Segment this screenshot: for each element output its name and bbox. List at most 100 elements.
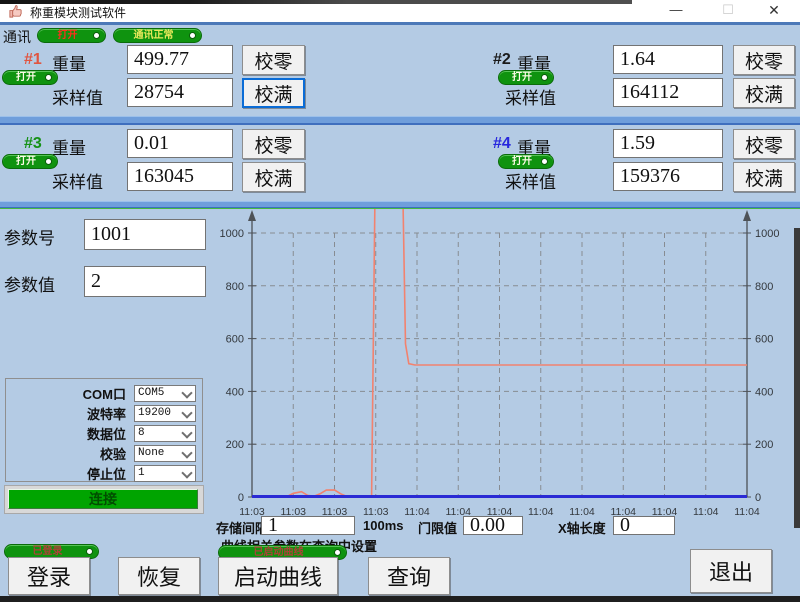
full-calibration-button[interactable]: 校满 xyxy=(242,162,305,192)
x-tick-label: 11:04 xyxy=(528,506,554,518)
xaxis-length-input[interactable] xyxy=(613,516,675,535)
channel-open-badge: 打开 xyxy=(498,70,554,85)
x-tick-label: 11:04 xyxy=(693,506,719,518)
sample-value-input[interactable] xyxy=(613,162,723,191)
sample-label: 采样值 xyxy=(52,168,103,193)
channel-open-badge: 打开 xyxy=(2,70,58,85)
led-dot-icon xyxy=(93,32,100,39)
exit-button[interactable]: 退出 xyxy=(690,549,772,593)
y-tick-label: 0 xyxy=(755,492,761,504)
y-tick-label: 800 xyxy=(226,281,244,293)
led-dot-icon xyxy=(45,74,52,81)
minimize-button[interactable]: — xyxy=(660,0,692,22)
restore-button[interactable]: 恢复 xyxy=(118,557,200,595)
data-bits-label: 数据位 xyxy=(6,424,126,443)
threshold-label: 门限值 xyxy=(418,518,457,537)
y-tick-label: 600 xyxy=(226,334,244,346)
baud-rate-label: 波特率 xyxy=(6,404,126,423)
client-top-border xyxy=(0,22,800,25)
zero-calibration-button[interactable]: 校零 xyxy=(242,129,305,159)
parity-row: 校验 None xyxy=(6,444,196,462)
trend-chart: 002002004004006006008008001000100011:031… xyxy=(210,209,800,521)
y-tick-label: 1000 xyxy=(220,228,244,240)
com-port-row: COM口 COM5 xyxy=(6,384,196,402)
x-tick-label: 11:04 xyxy=(404,506,430,518)
channel-2-panel: #2 重量 校零 打开 采样值 校满 xyxy=(460,43,800,115)
y-tick-label: 1000 xyxy=(755,228,779,240)
full-calibration-button[interactable]: 校满 xyxy=(733,162,795,192)
chevron-down-icon xyxy=(181,467,192,478)
comm-open-badge: 打开 xyxy=(37,28,106,43)
param-number-input[interactable] xyxy=(84,219,206,250)
stop-bits-row: 停止位 1 xyxy=(6,464,196,482)
zero-calibration-button[interactable]: 校零 xyxy=(733,45,795,75)
sample-value-input[interactable] xyxy=(127,162,233,191)
weight-value-input[interactable] xyxy=(127,45,233,74)
zero-calibration-button[interactable]: 校零 xyxy=(733,129,795,159)
param-value-input[interactable] xyxy=(84,266,206,297)
y-tick-label: 400 xyxy=(755,386,773,398)
baud-rate-select[interactable]: 19200 xyxy=(134,405,196,422)
maximize-button[interactable]: ☐ xyxy=(712,0,744,22)
desktop-edge-top xyxy=(0,0,632,4)
stop-bits-label: 停止位 xyxy=(6,464,126,483)
com-port-select[interactable]: COM5 xyxy=(134,385,196,402)
store-interval-input[interactable] xyxy=(261,516,355,535)
comm-status-badge: 通讯正常 xyxy=(113,28,202,43)
led-dot-icon xyxy=(45,158,52,165)
sample-label: 采样值 xyxy=(505,168,556,193)
desktop-edge-bottom xyxy=(0,596,800,602)
y-tick-label: 600 xyxy=(755,334,773,346)
full-calibration-button[interactable]: 校满 xyxy=(242,78,305,108)
xaxis-length-label: X轴长度 xyxy=(558,518,606,537)
sample-label: 采样值 xyxy=(505,84,556,109)
y-tick-label: 200 xyxy=(226,439,244,451)
weight-value-input[interactable] xyxy=(613,45,723,74)
data-bits-select[interactable]: 8 xyxy=(134,425,196,442)
axis-arrow-icon xyxy=(743,210,751,221)
y-tick-label: 400 xyxy=(226,386,244,398)
channel-id: #1 xyxy=(24,51,42,69)
connect-button[interactable]: 连接 xyxy=(8,489,198,509)
channel-id: #4 xyxy=(493,135,511,153)
stop-bits-select[interactable]: 1 xyxy=(134,465,196,482)
interval-unit-label: 100ms xyxy=(363,518,403,533)
close-button[interactable]: ✕ xyxy=(758,0,790,22)
channel-1-panel: #1 重量 校零 打开 采样值 校满 xyxy=(0,43,320,115)
connect-tray: 连接 xyxy=(4,485,204,514)
sample-value-input[interactable] xyxy=(613,78,723,107)
led-dot-icon xyxy=(189,32,196,39)
chevron-down-icon xyxy=(181,387,192,398)
y-tick-label: 200 xyxy=(755,439,773,451)
panel-divider xyxy=(0,116,800,125)
data-bits-row: 数据位 8 xyxy=(6,424,196,442)
y-tick-label: 0 xyxy=(238,492,244,504)
threshold-input[interactable] xyxy=(463,516,523,535)
parity-label: 校验 xyxy=(6,444,126,463)
weight-value-input[interactable] xyxy=(127,129,233,158)
weight-label: 重量 xyxy=(52,50,86,75)
x-tick-label: 11:04 xyxy=(734,506,760,518)
param-number-label: 参数号 xyxy=(4,224,55,249)
thumbs-up-icon xyxy=(8,4,23,19)
trend-chart-svg: 002002004004006006008008001000100011:031… xyxy=(210,209,800,521)
zero-calibration-button[interactable]: 校零 xyxy=(242,45,305,75)
chevron-down-icon xyxy=(181,447,192,458)
baud-rate-row: 波特率 19200 xyxy=(6,404,196,422)
sample-label: 采样值 xyxy=(52,84,103,109)
weighing-module-test-window: 称重模块测试软件 — ☐ ✕ 通讯 打开 通讯正常 #1 重量 校零 打开 采样… xyxy=(0,0,800,602)
login-button[interactable]: 登录 xyxy=(8,557,90,595)
led-dot-icon xyxy=(541,158,548,165)
full-calibration-button[interactable]: 校满 xyxy=(733,78,795,108)
parity-select[interactable]: None xyxy=(134,445,196,462)
weight-value-input[interactable] xyxy=(613,129,723,158)
chevron-down-icon xyxy=(181,407,192,418)
weight-label: 重量 xyxy=(52,134,86,159)
channel-id: #2 xyxy=(493,51,511,69)
channel-3-panel: #3 重量 校零 打开 采样值 校满 xyxy=(0,127,320,199)
sample-value-input[interactable] xyxy=(127,78,233,107)
start-curve-button[interactable]: 启动曲线 xyxy=(218,557,338,595)
x-tick-label: 11:03 xyxy=(363,506,389,518)
x-tick-label: 11:04 xyxy=(569,506,595,518)
query-button[interactable]: 查询 xyxy=(368,557,450,595)
